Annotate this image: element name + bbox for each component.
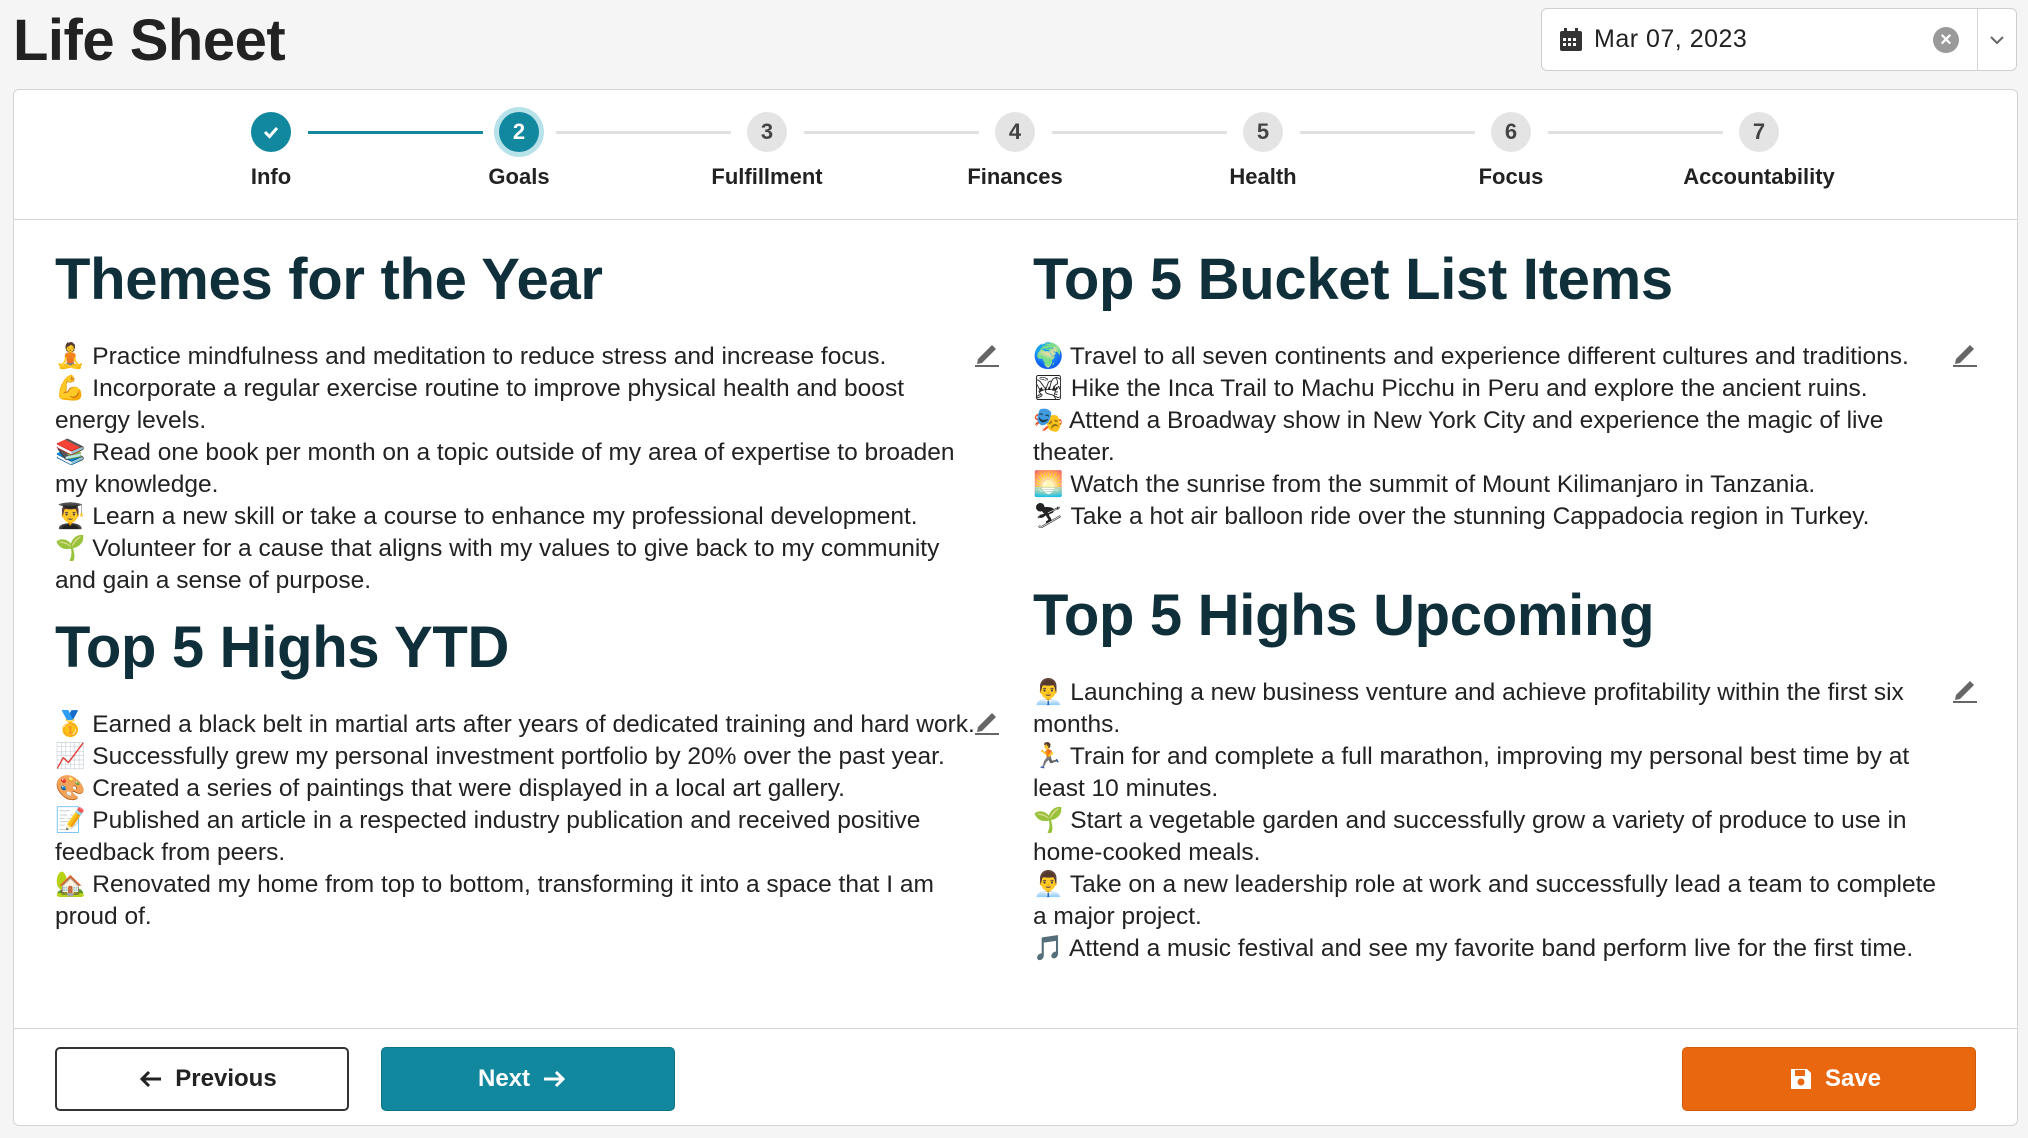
- step-label: Info: [250, 164, 292, 189]
- save-button[interactable]: Save: [1682, 1047, 1976, 1111]
- highs-ytd-list: 🥇 Earned a black belt in martial arts af…: [55, 709, 985, 933]
- clear-circle-icon[interactable]: ×: [1933, 26, 1959, 53]
- list-item: 👨‍💼 Take on a new leadership role at wor…: [1033, 871, 1937, 930]
- step-info[interactable]: Info: [141, 112, 401, 190]
- previous-button[interactable]: Previous: [55, 1047, 349, 1111]
- step-number: 7: [1739, 112, 1779, 152]
- list-item: 🥇 Earned a black belt in martial arts af…: [55, 711, 975, 738]
- step-label: Goals: [488, 164, 550, 189]
- list-item: 🌅 Watch the sunrise from the summit of M…: [1033, 471, 1816, 498]
- step-number: 3: [747, 112, 787, 152]
- step-label: Fulfillment: [711, 164, 823, 189]
- edit-pencil-icon[interactable]: [972, 705, 1002, 735]
- list-item: 🌱 Volunteer for a cause that aligns with…: [55, 535, 940, 594]
- list-item: 🎨 Created a series of paintings that wer…: [55, 775, 845, 802]
- list-item: 🏃 Train for and complete a full marathon…: [1033, 743, 1910, 802]
- section-title: Top 5 Bucket List Items: [1033, 247, 1673, 312]
- step-finances[interactable]: 4 Finances: [885, 112, 1145, 190]
- section-title: Themes for the Year: [55, 247, 603, 312]
- list-item: 📈 Successfully grew my personal investme…: [55, 743, 945, 770]
- edit-pencil-icon[interactable]: [972, 337, 1002, 367]
- list-item: 💪 Incorporate a regular exercise routine…: [55, 375, 904, 434]
- list-item: 🏞 Hike the Inca Trail to Machu Picchu in…: [1033, 375, 1868, 402]
- themes-section: Themes for the Year 🧘 Practice mindfulne…: [55, 247, 985, 597]
- list-item: ⛷ Take a hot air balloon ride over the s…: [1033, 503, 1870, 530]
- chevron-down-icon[interactable]: [1978, 35, 2016, 45]
- highs-upcoming-section: Top 5 Highs Upcoming 👨‍💼 Launching a new…: [1033, 583, 1938, 965]
- step-fulfillment[interactable]: 3 Fulfillment: [637, 112, 897, 190]
- highs-upcoming-list: 👨‍💼 Launching a new business venture and…: [1033, 677, 1938, 965]
- edit-pencil-icon[interactable]: [1950, 673, 1980, 703]
- step-label: Accountability: [1683, 164, 1835, 189]
- page-title: Life Sheet: [13, 8, 286, 73]
- arrow-right-icon: [544, 1070, 566, 1088]
- step-label: Finances: [967, 164, 1063, 189]
- step-number: 4: [995, 112, 1035, 152]
- list-item: 🌍 Travel to all seven continents and exp…: [1033, 343, 1909, 370]
- list-item: 👨‍🎓 Learn a new skill or take a course t…: [55, 503, 918, 530]
- date-picker[interactable]: Mar 07, 2023 ×: [1541, 8, 2017, 71]
- previous-label: Previous: [175, 1065, 277, 1092]
- step-number: 5: [1243, 112, 1283, 152]
- list-item: 🎵 Attend a music festival and see my fav…: [1033, 935, 1914, 962]
- list-item: 🏡 Renovated my home from top to bottom, …: [55, 871, 934, 930]
- list-item: 📝 Published an article in a respected in…: [55, 807, 921, 866]
- step-goals[interactable]: 2 Goals: [389, 112, 649, 190]
- list-item: 👨‍💼 Launching a new business venture and…: [1033, 679, 1904, 738]
- save-label: Save: [1824, 1065, 1882, 1092]
- section-title: Top 5 Highs YTD: [55, 615, 510, 680]
- edit-pencil-icon[interactable]: [1950, 337, 1980, 367]
- step-focus[interactable]: 6 Focus: [1381, 112, 1641, 190]
- list-item: 🎭 Attend a Broadway show in New York Cit…: [1033, 407, 1884, 466]
- bucket-list: 🌍 Travel to all seven continents and exp…: [1033, 341, 1938, 533]
- next-button[interactable]: Next: [381, 1047, 675, 1111]
- highs-ytd-section: Top 5 Highs YTD 🥇 Earned a black belt in…: [55, 615, 985, 933]
- arrow-left-icon: [140, 1070, 162, 1088]
- next-label: Next: [477, 1065, 531, 1092]
- step-health[interactable]: 5 Health: [1133, 112, 1393, 190]
- step-number: 6: [1491, 112, 1531, 152]
- themes-list: 🧘 Practice mindfulness and meditation to…: [55, 341, 985, 597]
- step-label: Focus: [1478, 164, 1544, 189]
- step-label: Health: [1229, 164, 1297, 189]
- calendar-icon: [1558, 27, 1584, 53]
- life-sheet-card: Info 2 Goals 3 Fulfillment 4 Finances 5 …: [13, 89, 2018, 1126]
- list-item: 📚 Read one book per month on a topic out…: [55, 439, 955, 498]
- list-item: 🌱 Start a vegetable garden and successfu…: [1033, 807, 1907, 866]
- date-value[interactable]: Mar 07, 2023: [1594, 25, 1933, 54]
- list-item: 🧘 Practice mindfulness and meditation to…: [55, 343, 887, 370]
- floppy-disk-icon: [1790, 1069, 1811, 1089]
- stepper: Info 2 Goals 3 Fulfillment 4 Finances 5 …: [14, 90, 2017, 220]
- step-accountability[interactable]: 7 Accountability: [1629, 112, 1889, 190]
- bucket-list-section: Top 5 Bucket List Items 🌍 Travel to all …: [1033, 247, 1938, 533]
- check-icon: [251, 112, 291, 152]
- section-title: Top 5 Highs Upcoming: [1033, 583, 1655, 648]
- step-number: 2: [499, 112, 539, 152]
- footer: Previous Next Save: [14, 1028, 2017, 1125]
